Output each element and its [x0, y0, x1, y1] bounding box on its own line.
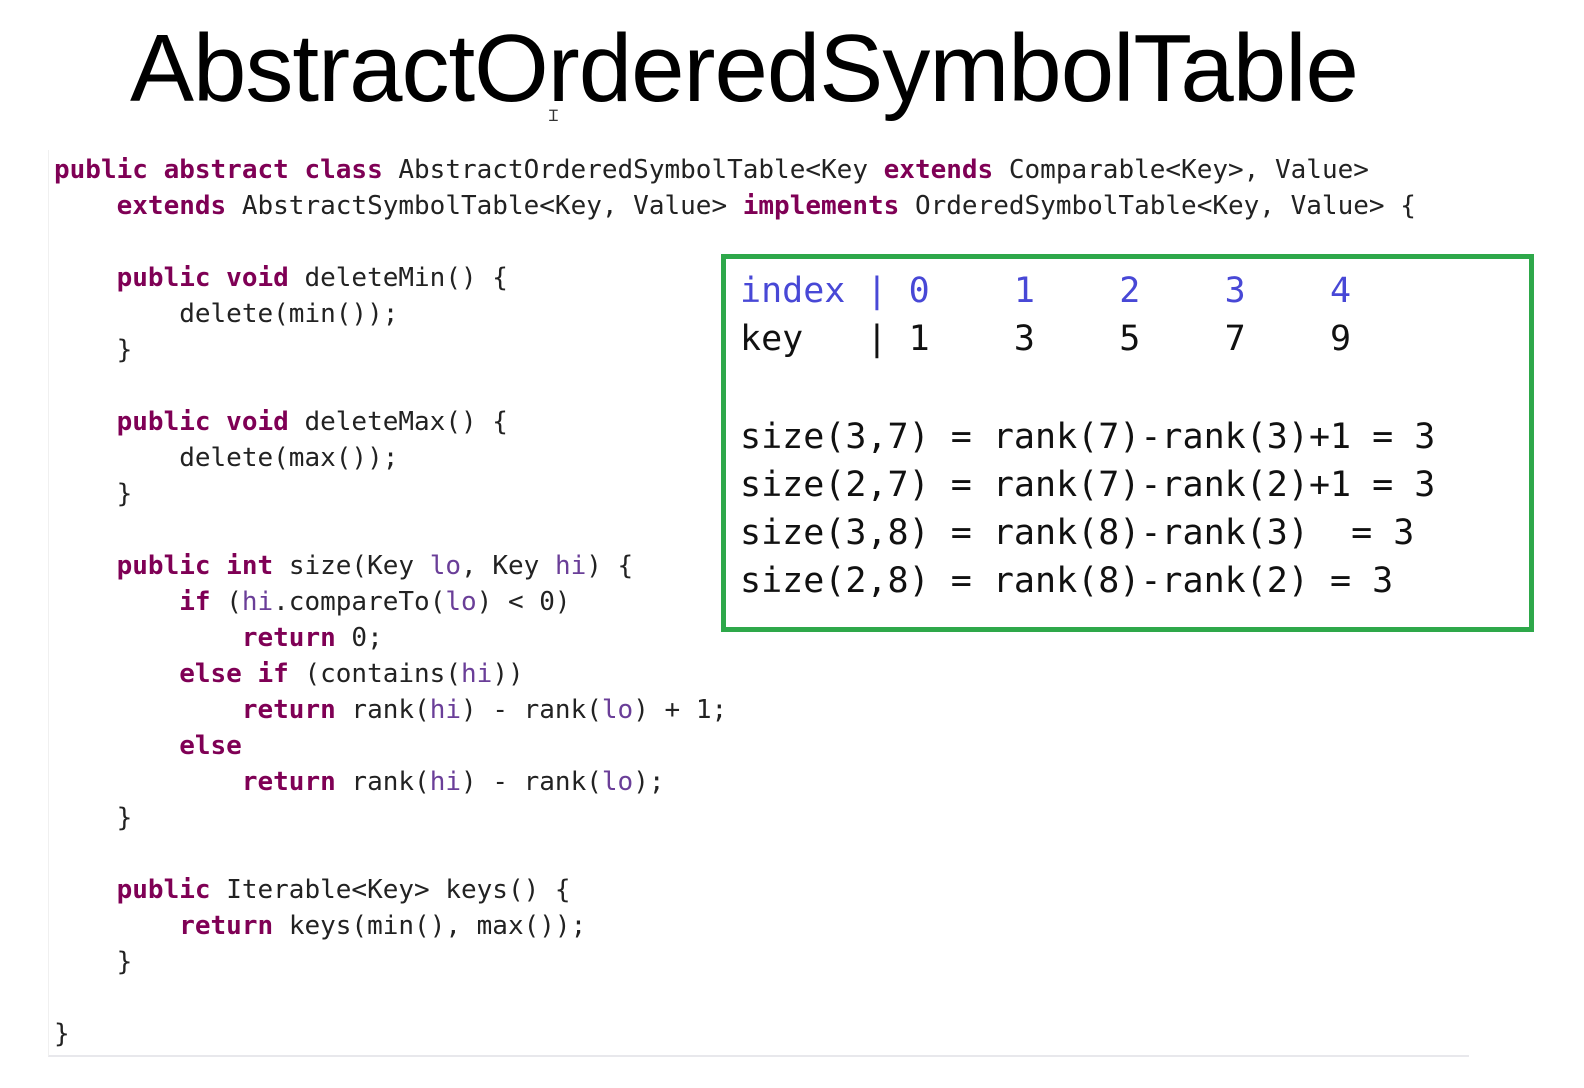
- code-token: }: [54, 335, 133, 365]
- code-token: }: [54, 947, 133, 977]
- code-keyword: return: [54, 767, 352, 797]
- code-token: );: [633, 767, 665, 797]
- code-token: deleteMin() {: [304, 263, 508, 293]
- code-keyword: else: [54, 731, 242, 761]
- code-token: 0;: [351, 623, 383, 653]
- code-token: size(Key: [288, 551, 430, 581]
- code-keyword: return: [54, 911, 289, 941]
- code-token: }: [54, 1019, 70, 1049]
- code-keyword: public int: [54, 551, 289, 581]
- code-token: .compareTo(: [273, 587, 446, 617]
- code-keyword: public void: [54, 263, 305, 293]
- code-token: ) - rank(: [461, 767, 602, 797]
- code-line: return keys(min(), max());: [54, 908, 1416, 944]
- code-token: ) - rank(: [461, 695, 602, 725]
- code-keyword: else if: [54, 659, 305, 689]
- code-line: }: [54, 800, 1416, 836]
- code-token: hi: [241, 587, 274, 617]
- formula-line: size(2,7) = rank(7)-rank(2)+1 = 3: [740, 465, 1436, 505]
- code-token: ) < 0): [476, 587, 571, 617]
- index-row: index | 0 1 2 3 4: [740, 271, 1352, 311]
- formula-line: size(3,7) = rank(7)-rank(3)+1 = 3: [740, 417, 1436, 457]
- code-keyword: public: [54, 875, 227, 905]
- code-line: }: [54, 1016, 1416, 1052]
- code-token: AbstractOrderedSymbolTable<Key: [398, 155, 884, 185]
- code-token: keys(min(), max());: [288, 911, 587, 941]
- code-keyword: public void: [54, 407, 305, 437]
- slide-title: AbstractOrderedSymbolTable: [130, 15, 1359, 122]
- code-line: extends AbstractSymbolTable<Key, Value> …: [54, 188, 1416, 224]
- code-line: else: [54, 728, 1416, 764]
- code-keyword: return: [54, 623, 352, 653]
- key-row: key | 1 3 5 7 9: [740, 319, 1352, 359]
- formula-line: size(3,8) = rank(8)-rank(3) = 3: [740, 513, 1415, 553]
- text-cursor-icon: Ɪ: [549, 106, 558, 125]
- code-token: Comparable<Key>, Value>: [1008, 155, 1369, 185]
- code-token: (contains(: [304, 659, 461, 689]
- code-token: lo: [601, 767, 634, 797]
- code-token: ) + 1;: [633, 695, 728, 725]
- code-token: hi: [554, 551, 587, 581]
- code-token: hi: [461, 659, 493, 689]
- code-token: )): [492, 659, 524, 689]
- code-token: hi: [429, 695, 462, 725]
- code-token: rank(: [351, 695, 430, 725]
- code-keyword: implements: [742, 191, 915, 221]
- code-token: lo: [445, 587, 477, 617]
- formula-line: size(2,8) = rank(8)-rank(2) = 3: [740, 561, 1394, 601]
- code-line: return rank(hi) - rank(lo) + 1;: [54, 692, 1416, 728]
- code-token: AbstractSymbolTable<Key, Value>: [241, 191, 743, 221]
- code-line: return rank(hi) - rank(lo);: [54, 764, 1416, 800]
- code-token: , Key: [461, 551, 555, 581]
- code-line: public abstract class AbstractOrderedSym…: [54, 152, 1416, 188]
- code-token: (: [226, 587, 242, 617]
- code-line: else if (contains(hi)): [54, 656, 1416, 692]
- code-token: rank(: [351, 767, 430, 797]
- code-token: hi: [429, 767, 462, 797]
- code-token: ) {: [586, 551, 634, 581]
- code-token: lo: [601, 695, 634, 725]
- code-token: }: [54, 803, 133, 833]
- code-line: public Iterable<Key> keys() {: [54, 872, 1416, 908]
- code-token: OrderedSymbolTable<Key, Value> {: [914, 191, 1416, 221]
- example-annotation-box: index | 0 1 2 3 4 key | 1 3 5 7 9 size(3…: [721, 254, 1534, 632]
- code-token: deleteMax() {: [304, 407, 508, 437]
- code-line: }: [54, 944, 1416, 980]
- code-keyword: extends: [54, 191, 242, 221]
- code-keyword: return: [54, 695, 352, 725]
- code-token: }: [54, 479, 133, 509]
- code-token: lo: [429, 551, 462, 581]
- code-keyword: public abstract class: [54, 155, 399, 185]
- code-token: Iterable<Key> keys() {: [226, 875, 571, 905]
- code-token: delete(max());: [54, 443, 399, 473]
- code-token: delete(min());: [54, 299, 399, 329]
- code-keyword: extends: [883, 155, 1009, 185]
- code-keyword: if: [54, 587, 227, 617]
